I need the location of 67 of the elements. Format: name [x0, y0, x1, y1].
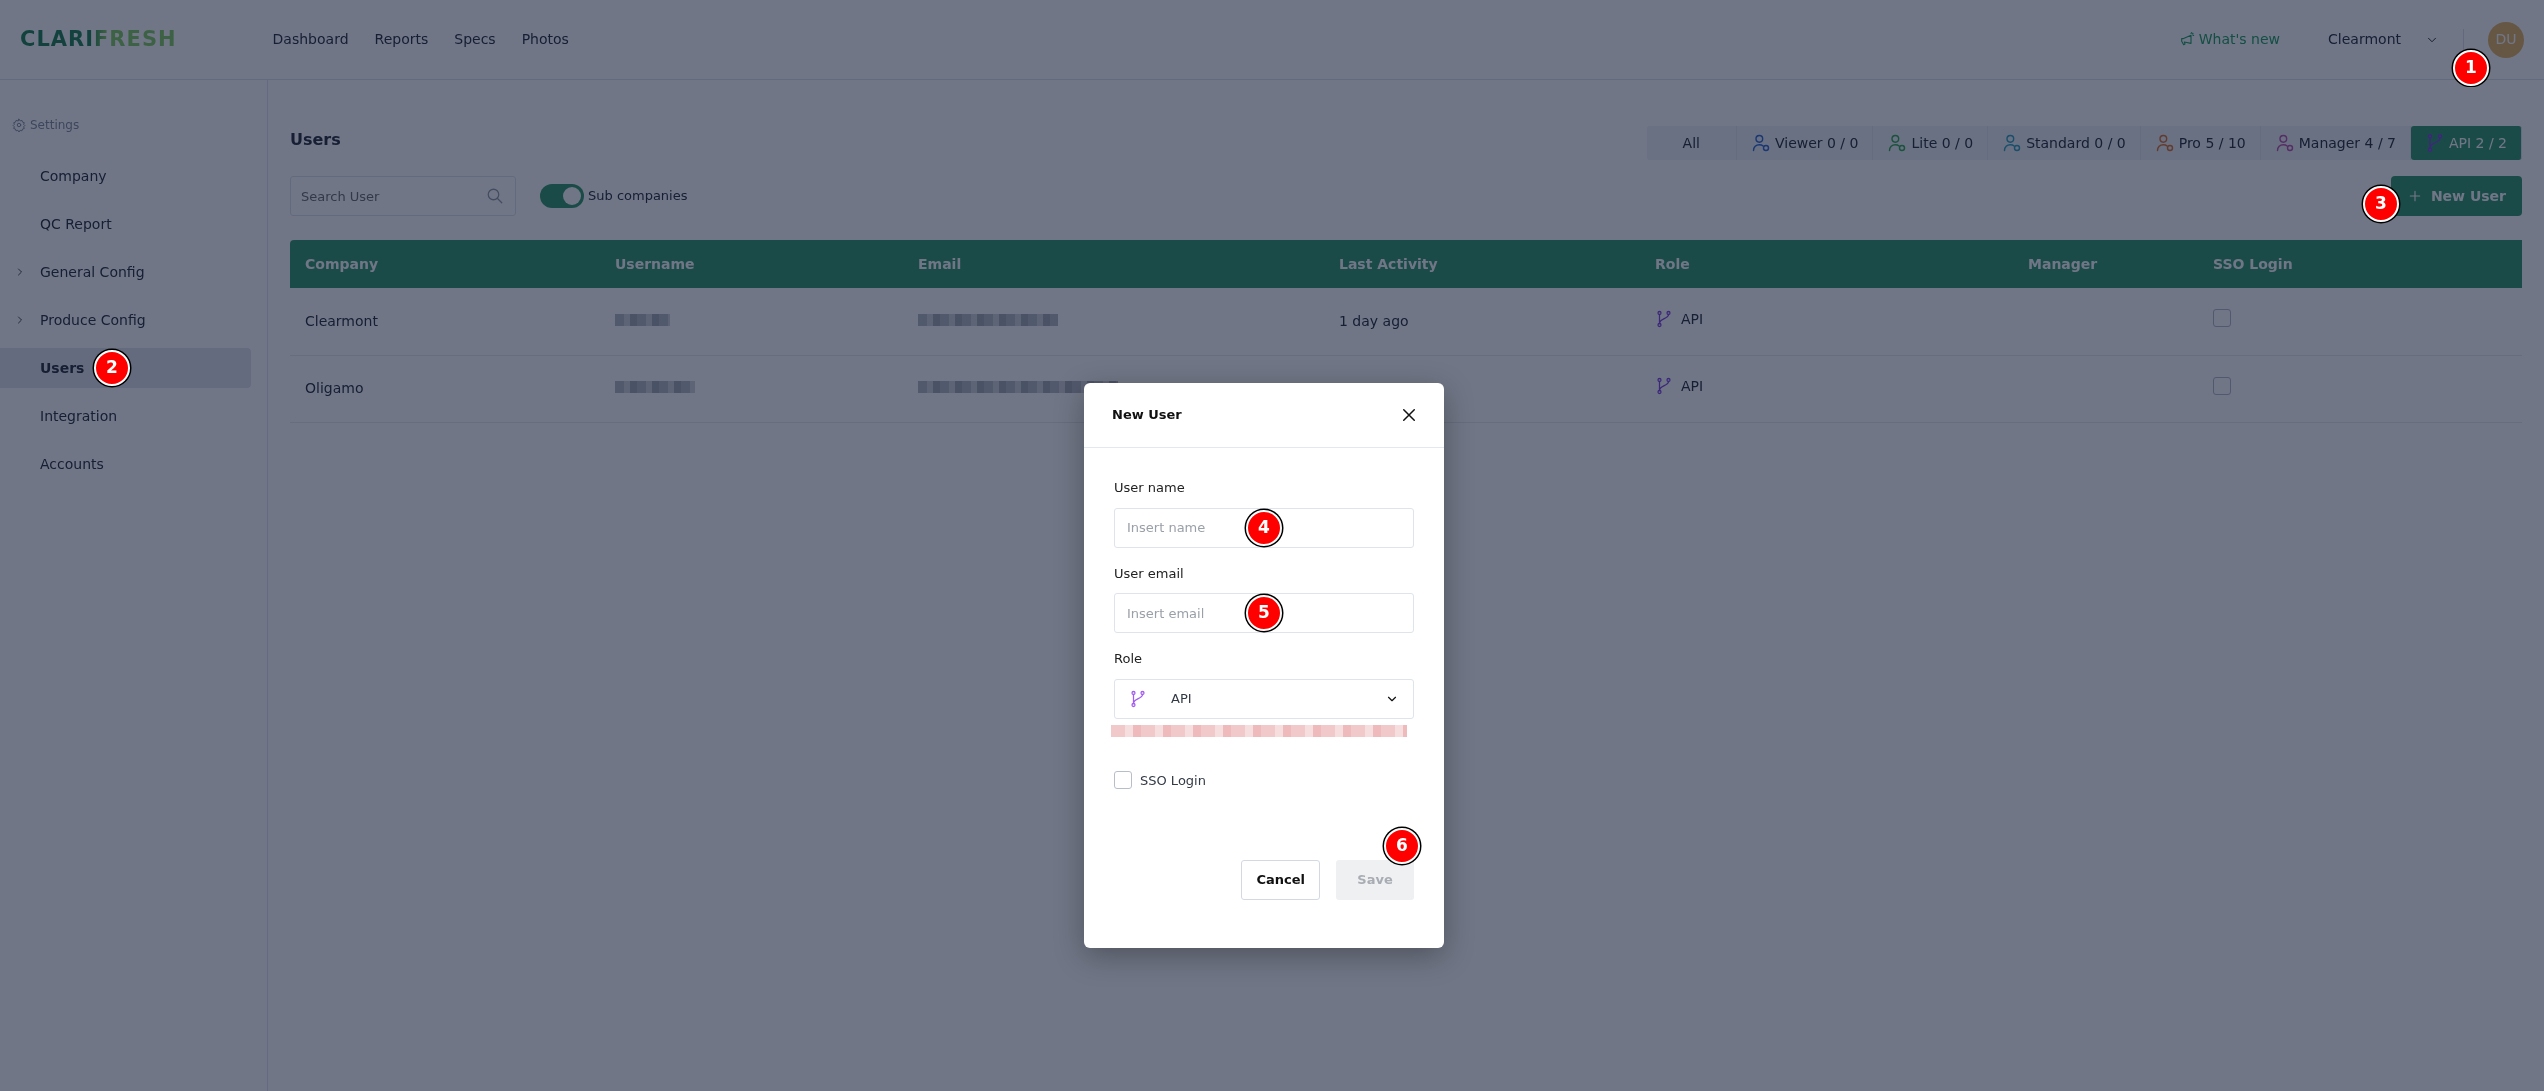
table-cell-text: API — [1681, 309, 1704, 329]
column-header: Username — [600, 240, 903, 288]
cancel-button[interactable]: Cancel — [1241, 860, 1320, 900]
new-user-button[interactable]: New User — [2390, 176, 2522, 216]
search-icon — [486, 187, 504, 205]
callout-marker: 4 — [1246, 509, 1282, 546]
sidebar-item[interactable]: Integration — [0, 396, 251, 436]
checkbox-label: SSO Login — [1140, 771, 1206, 790]
column-header: Manager — [2013, 240, 2198, 288]
close-button[interactable] — [1400, 406, 1418, 424]
role-filter-tab[interactable]: Manager 4 / 7 — [2260, 126, 2411, 160]
role-filter-tab[interactable]: Lite 0 / 0 — [1873, 126, 1989, 160]
sidebar-item[interactable]: Accounts — [0, 444, 251, 484]
branch-icon — [1655, 310, 1673, 328]
field-label: User name — [1114, 479, 1186, 497]
nav-link[interactable]: Reports — [374, 29, 429, 50]
sidebar-item[interactable]: Produce Config — [0, 300, 251, 340]
toggle-switch[interactable] — [540, 184, 584, 208]
field-label: Role — [1114, 650, 1143, 668]
person-icon — [1750, 133, 1771, 153]
close-icon — [1400, 406, 1418, 424]
sidebar-item[interactable]: General Config — [0, 252, 251, 292]
callout-marker: 5 — [1246, 595, 1282, 631]
person-icon — [2002, 133, 2023, 153]
search-field[interactable]: Search User — [290, 176, 516, 216]
page-title: Users — [290, 129, 341, 151]
settings-icon — [12, 118, 26, 132]
person-icon — [2274, 133, 2295, 153]
column-header: Company — [290, 240, 600, 288]
whats-new-link[interactable]: What's new — [2178, 29, 2281, 50]
column-header: Last Activity — [1324, 240, 1640, 288]
toggle-label: Sub companies — [588, 187, 688, 206]
table-cell: Clearmont — [290, 288, 600, 355]
role-filter-tab[interactable]: Standard 0 / 0 — [1988, 126, 2141, 160]
person-icon — [2154, 133, 2175, 153]
nav-link[interactable]: Specs — [454, 29, 496, 50]
table-cell: Oligamo — [290, 355, 600, 422]
column-header: Email — [903, 240, 1324, 288]
callout-marker: 6 — [1384, 828, 1420, 864]
callout-marker: 3 — [2362, 186, 2399, 222]
callout-marker: 2 — [94, 350, 130, 386]
callout-marker: 1 — [2453, 49, 2489, 86]
nav-link[interactable]: Dashboard — [272, 29, 349, 50]
whats-new-label: What's new — [2198, 30, 2281, 49]
role-select[interactable]: API — [1114, 678, 1414, 719]
checkbox[interactable] — [1114, 771, 1132, 790]
table-cell-text: API — [1681, 376, 1704, 396]
role-filter-tab[interactable]: All — [1646, 126, 1737, 160]
sidebar-item[interactable]: QC Report — [0, 204, 251, 244]
branch-icon — [1655, 377, 1673, 396]
modal-title: New User — [1112, 406, 1182, 425]
megaphone-icon — [2178, 31, 2195, 48]
role-filter-tab[interactable]: API 2 / 2 — [2410, 126, 2522, 160]
column-header: Role — [1640, 240, 2013, 288]
table-cell: 1 day ago — [1324, 288, 1640, 355]
checkbox[interactable] — [2213, 376, 2231, 395]
branch-icon — [1129, 689, 1147, 708]
person-icon — [1887, 133, 1908, 153]
column-header: SSO Login — [2198, 240, 2522, 288]
sidebar-item[interactable]: Company — [0, 156, 251, 196]
checkbox[interactable] — [2213, 309, 2231, 328]
role-filter-tab[interactable]: Viewer 0 / 0 — [1736, 126, 1874, 160]
nav-link[interactable]: Photos — [521, 29, 569, 50]
sidebar-item[interactable]: Users 2 — [0, 348, 251, 388]
field-label: User email — [1114, 564, 1185, 583]
role-filter-tab[interactable]: Pro 5 / 10 — [2140, 126, 2261, 160]
company-select[interactable]: Clearmont — [2328, 29, 2464, 50]
